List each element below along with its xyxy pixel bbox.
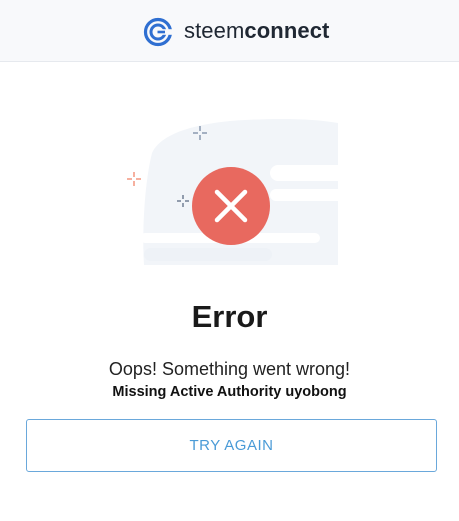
brand-name: steemconnect — [184, 18, 329, 44]
header: steemconnect — [0, 0, 459, 62]
error-x-icon — [192, 167, 270, 245]
error-message: Oops! Something went wrong! — [108, 359, 351, 379]
page: steemconnect Error Oops! Something went … — [0, 0, 459, 521]
error-detail: Missing Active Authority uyobong — [112, 384, 347, 400]
brand-name-bold: connect — [244, 18, 330, 43]
sparkle-icon — [127, 172, 141, 186]
try-again-button[interactable]: TRY AGAIN — [26, 419, 437, 472]
steemconnect-logo-icon — [143, 17, 173, 47]
page-title: Error — [191, 299, 268, 334]
error-illustration — [127, 118, 350, 265]
brand-name-light: steem — [184, 18, 245, 43]
